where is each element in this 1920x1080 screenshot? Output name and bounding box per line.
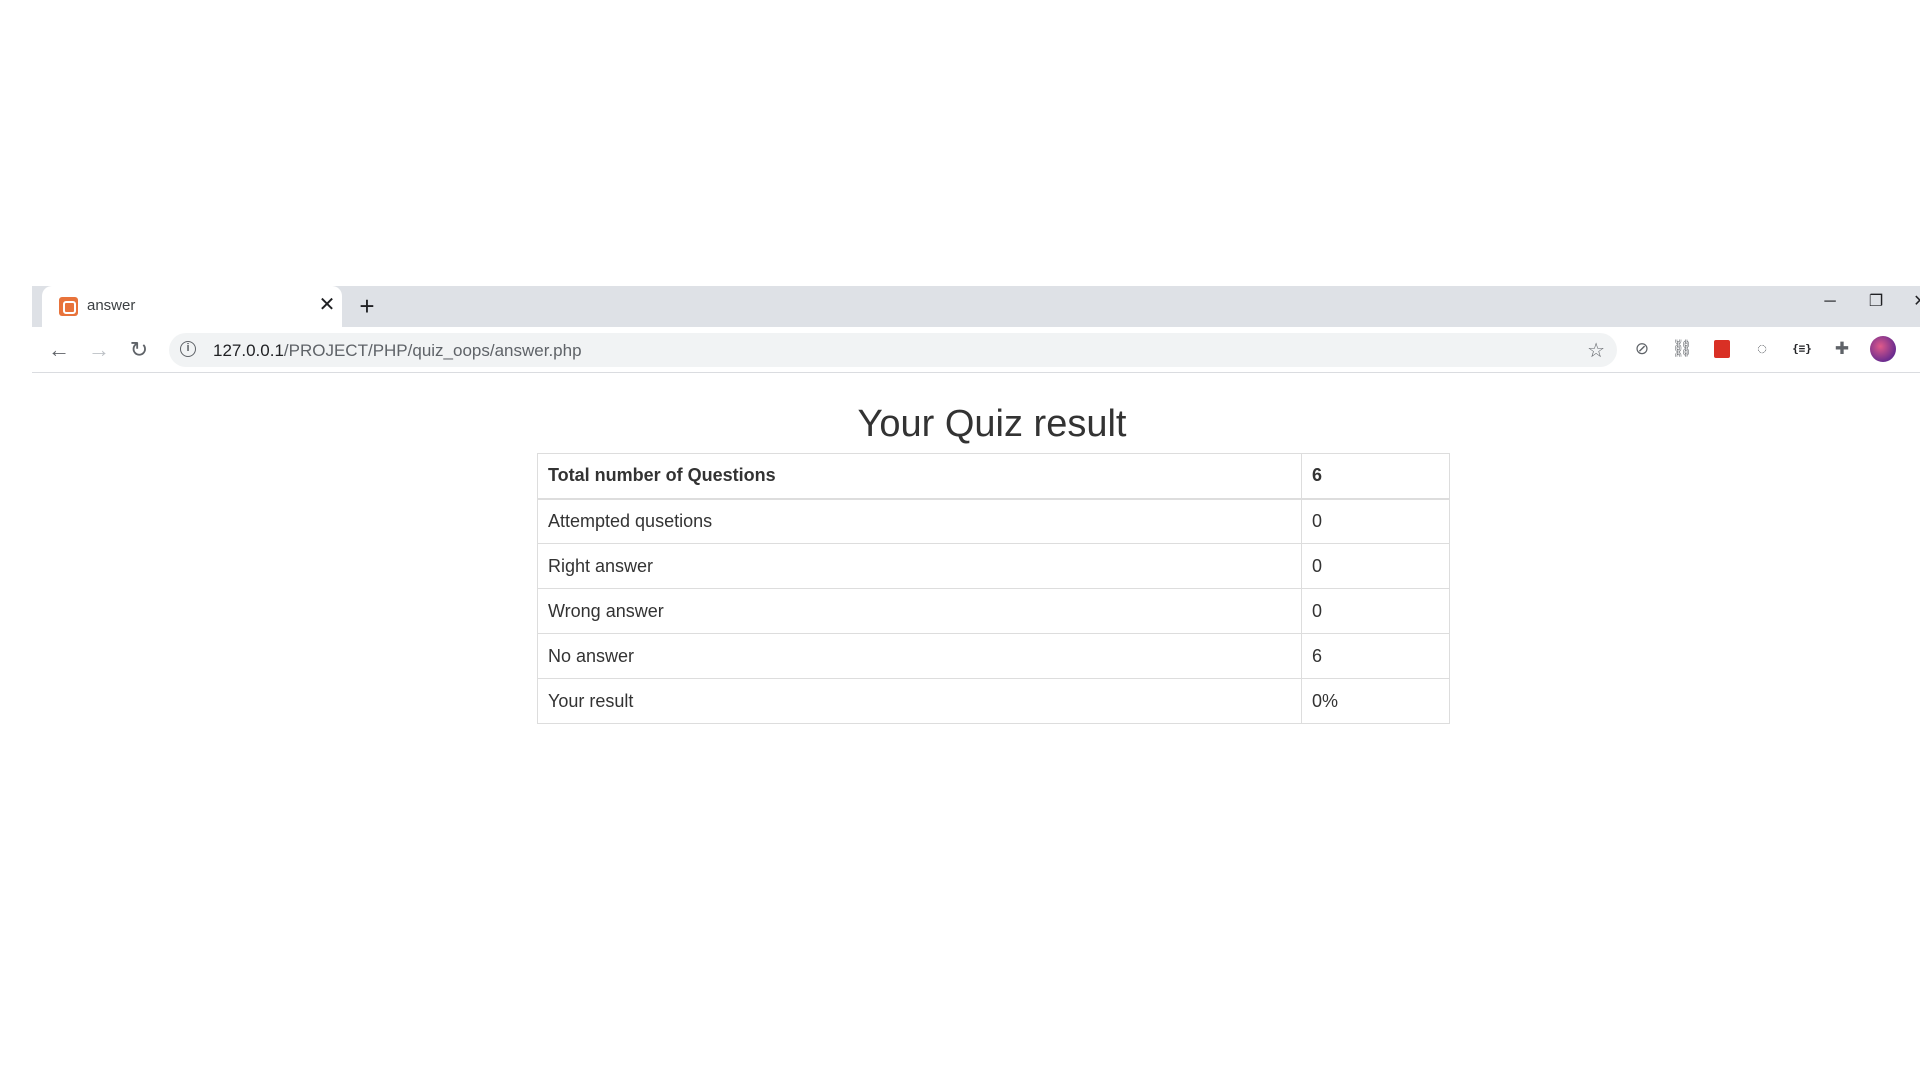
tab-title: answer — [87, 297, 136, 314]
block-icon[interactable]: ⊘ — [1631, 338, 1653, 360]
your-result-label: Your result — [537, 678, 1302, 724]
right-answer-label: Right answer — [537, 543, 1302, 589]
circle-extension-icon[interactable]: ◌ — [1751, 338, 1773, 360]
browser-window: answer ✕ + ─ ❐ ✕ ← → ↻ i 127.0.0.1/PROJE… — [32, 286, 1920, 1080]
red-book-extension-icon[interactable] — [1714, 340, 1730, 358]
table-header-row: Total number of Questions 6 — [537, 453, 1450, 500]
page-title: Your Quiz result — [857, 403, 1127, 445]
table-row: No answer 6 — [537, 633, 1450, 679]
attempted-value: 0 — [1301, 498, 1450, 544]
tab-answer[interactable]: answer ✕ — [42, 286, 342, 327]
back-arrow-icon[interactable]: ← — [45, 336, 73, 364]
tab-strip-edge — [32, 286, 42, 327]
your-result-value: 0% — [1301, 678, 1450, 724]
wrong-answer-value: 0 — [1301, 588, 1450, 634]
reload-icon[interactable]: ↻ — [125, 336, 153, 364]
new-tab-button[interactable]: + — [354, 293, 380, 319]
bookmark-star-icon[interactable]: ☆ — [1587, 338, 1605, 363]
restore-icon[interactable]: ❐ — [1864, 290, 1888, 314]
address-url[interactable]: 127.0.0.1/PROJECT/PHP/quiz_oops/answer.p… — [213, 341, 582, 361]
xampp-icon — [59, 297, 78, 316]
url-path: /PROJECT/PHP/quiz_oops/answer.php — [283, 341, 582, 360]
total-questions-value: 6 — [1301, 453, 1450, 500]
table-row: Right answer 0 — [537, 543, 1450, 589]
table-row: Wrong answer 0 — [537, 588, 1450, 634]
browser-toolbar: ← → ↻ i 127.0.0.1/PROJECT/PHP/quiz_oops/… — [32, 327, 1920, 373]
forward-arrow-icon[interactable]: → — [85, 336, 113, 364]
profile-avatar[interactable] — [1870, 336, 1896, 362]
puzzle-extensions-icon[interactable]: ✚ — [1831, 338, 1853, 360]
address-bar[interactable]: i 127.0.0.1/PROJECT/PHP/quiz_oops/answer… — [169, 333, 1617, 367]
tab-strip: answer ✕ + ─ ❐ ✕ — [32, 286, 1920, 327]
url-host: 127.0.0.1 — [213, 341, 284, 360]
json-extension-icon[interactable]: {≡} — [1791, 338, 1813, 360]
attempted-label: Attempted qusetions — [537, 498, 1302, 544]
result-table: Total number of Questions 6 Attempted qu… — [537, 453, 1450, 724]
table-row: Attempted qusetions 0 — [537, 498, 1450, 544]
table-row: Your result 0% — [537, 678, 1450, 724]
total-questions-label: Total number of Questions — [537, 453, 1302, 500]
no-answer-value: 6 — [1301, 633, 1450, 679]
no-answer-label: No answer — [537, 633, 1302, 679]
wrong-answer-label: Wrong answer — [537, 588, 1302, 634]
minimize-icon[interactable]: ─ — [1818, 290, 1842, 314]
extension-link-icon[interactable]: ⛓ — [1671, 338, 1693, 360]
site-info-icon[interactable]: i — [180, 341, 196, 357]
close-tab-icon[interactable]: ✕ — [316, 294, 338, 316]
close-window-icon[interactable]: ✕ — [1908, 290, 1920, 314]
page-content: Your Quiz result Total number of Questio… — [32, 373, 1920, 1080]
right-answer-value: 0 — [1301, 543, 1450, 589]
